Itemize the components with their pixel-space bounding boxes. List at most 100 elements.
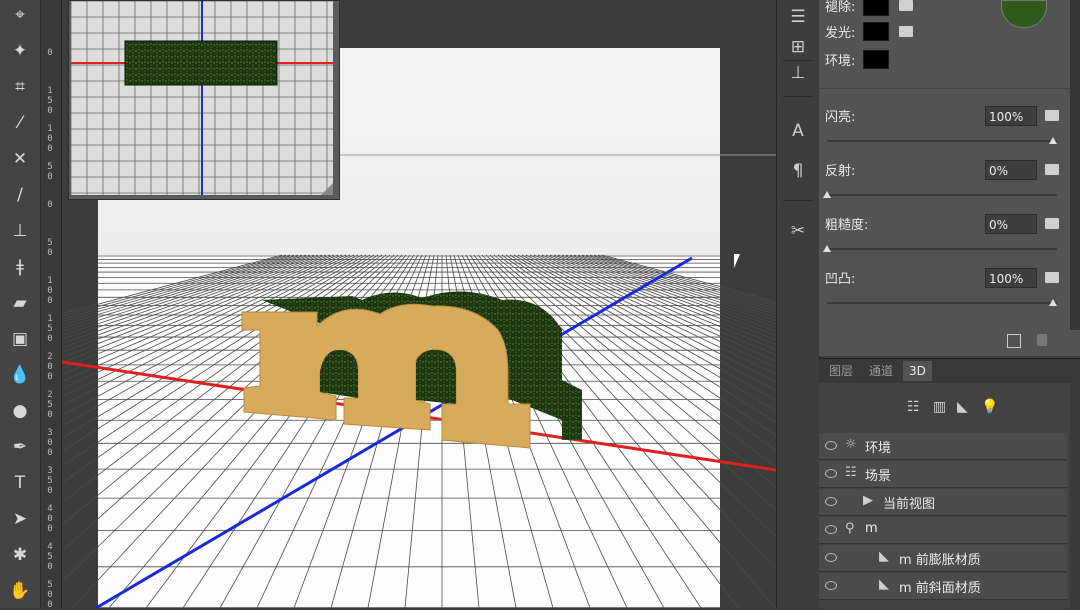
vertical-ruler: 0 1 5 0 1 0 0 5 0 0 5 0 1 0 0 1 5 0 2 0 0 2 5 0 3 … (41, 0, 62, 610)
folder-icon[interactable] (899, 26, 913, 37)
shine-value-field[interactable]: 100% (985, 106, 1037, 126)
eyedropper-icon[interactable]: ⁄ (6, 110, 34, 136)
panel-tab[interactable]: 图层 (823, 361, 859, 381)
3d-layer-row[interactable]: ◣ m 前膨胀材质 (819, 545, 1067, 572)
roughness-label: 粗糙度: (825, 218, 869, 233)
stamp-icon[interactable]: ⊥ (786, 62, 810, 84)
ruler-tick-label: 1 0 0 (47, 276, 53, 306)
3d-layer-row[interactable]: ☼ 环境 (819, 433, 1067, 460)
history-brush-icon[interactable]: ǂ (6, 254, 34, 280)
panel-dock: ☰ ⊞ ⊥ A ¶ ✂ (776, 0, 820, 608)
material-filter-icon[interactable]: ◣ (957, 399, 968, 415)
scene-filter-icon[interactable]: ☷ (907, 399, 920, 415)
roughness-slider-thumb[interactable] (823, 245, 831, 252)
shine-slider-thumb[interactable] (1049, 137, 1057, 144)
brush-icon[interactable]: ∕ (6, 182, 34, 208)
type-icon[interactable]: T (6, 470, 34, 496)
shine-slider[interactable] (827, 137, 1057, 144)
ruler-tick-label: 5 0 (47, 238, 53, 258)
mesh-icon: ⚲ (845, 521, 855, 536)
scene-icon: ☷ (845, 465, 857, 480)
trash-icon[interactable] (1037, 334, 1047, 346)
eraser-icon[interactable]: ▰ (6, 290, 34, 316)
material-preview[interactable] (1001, 0, 1047, 28)
visibility-eye-icon[interactable] (825, 441, 837, 450)
pen-icon[interactable]: ✒ (6, 434, 34, 460)
environment-icon: ☼ (845, 437, 857, 452)
panel-tab[interactable]: 3D (903, 361, 932, 381)
3d-layer-row[interactable]: ▶ 当前视图 (819, 489, 1067, 516)
path-selection-icon[interactable]: ➤ (6, 506, 34, 532)
visibility-eye-icon[interactable] (825, 497, 837, 506)
bump-strength-value-field[interactable]: 100% (985, 268, 1037, 288)
properties-panel: 褪除: 发光: 环境: 闪亮: 100% 反射: 0% 粗糙度: 0% 凹凸: … (819, 0, 1080, 356)
bump-strength-slider-thumb[interactable] (1049, 299, 1057, 306)
clone-stamp-icon[interactable]: ⊥ (6, 218, 34, 244)
roughness-value-field[interactable]: 0% (985, 214, 1037, 234)
mouse-cursor (734, 254, 740, 268)
visibility-eye-icon[interactable] (825, 581, 837, 590)
panel-tab[interactable]: 通道 (863, 361, 899, 381)
properties-scrollbar[interactable] (1070, 0, 1080, 330)
healing-brush-icon[interactable]: ✕ (6, 146, 34, 172)
reflection-slider-thumb[interactable] (823, 191, 831, 198)
folder-icon[interactable] (1045, 164, 1059, 175)
hand-icon[interactable]: ✋ (6, 578, 34, 604)
3d-layer-label: 场景 (865, 469, 892, 484)
magic-wand-icon[interactable]: ✦ (6, 38, 34, 64)
folder-icon[interactable] (1045, 272, 1059, 283)
3d-panel-scrollbar[interactable] (1070, 383, 1080, 609)
visibility-eye-icon[interactable] (825, 553, 837, 562)
ruler-tick-label: 0 (47, 48, 53, 58)
dodge-icon[interactable]: ● (6, 398, 34, 424)
new-layer-icon[interactable] (1007, 334, 1021, 348)
mesh-filter-icon[interactable]: ▥ (933, 399, 946, 415)
ruler-tick-label: 4 5 0 (47, 542, 53, 572)
folder-icon[interactable] (1045, 218, 1059, 229)
paragraph-icon[interactable]: ¶ (786, 160, 810, 182)
gradient-icon[interactable]: ▣ (6, 326, 34, 352)
properties-icon[interactable]: ⊞ (786, 36, 810, 58)
visibility-eye-icon[interactable] (825, 525, 837, 534)
ruler-tick-label: 1 5 0 (47, 314, 53, 344)
3d-layer-label: 环境 (865, 441, 892, 456)
folder-icon[interactable] (1045, 110, 1059, 121)
3d-layer-row[interactable]: ◣ m 前斜面材质 (819, 573, 1067, 600)
ruler-tick-label: 3 5 0 (47, 466, 53, 496)
ruler-tick-label: 0 (47, 200, 53, 210)
light-filter-icon[interactable]: 💡 (981, 399, 998, 415)
illumination-swatch[interactable] (863, 22, 889, 41)
roughness-slider[interactable] (823, 245, 1057, 252)
crop-icon[interactable]: ⌗ (6, 74, 34, 100)
tool-presets-icon[interactable]: ✂ (786, 220, 810, 242)
adjustments-icon[interactable]: ☰ (786, 6, 810, 28)
ambient-label: 环境: (825, 54, 856, 69)
3d-layer-row[interactable]: ⚲ m (819, 517, 1067, 544)
3d-layer-row[interactable]: ☷ 场景 (819, 461, 1067, 488)
folder-icon[interactable] (899, 0, 913, 11)
reflection-value-field[interactable]: 0% (985, 160, 1037, 180)
tools-panel: ⌖ ✦ ⌗ ⁄ ✕ ∕ ⊥ ǂ ▰ ▣ 💧 ● ✒ T ➤ ✱ ✋ (0, 0, 41, 608)
bump-swatch[interactable] (863, 0, 889, 16)
3d-layer-label: m 前斜面材质 (899, 581, 981, 596)
path-select-tool-icon[interactable]: ⌖ (6, 2, 34, 28)
3d-layer-label: 当前视图 (883, 497, 936, 512)
character-icon[interactable]: A (786, 120, 810, 142)
ambient-swatch[interactable] (863, 50, 889, 69)
reflection-label: 反射: (825, 164, 856, 179)
blur-icon[interactable]: 💧 (6, 362, 34, 388)
camera-icon: ▶ (863, 493, 873, 508)
3d-secondary-view[interactable] (68, 0, 340, 200)
document-canvas[interactable]: m (62, 0, 776, 608)
3d-layer-label: m 前膨胀材质 (899, 553, 981, 568)
bump-label: 褪除: (825, 0, 856, 15)
visibility-eye-icon[interactable] (825, 469, 837, 478)
3d-rotate-icon[interactable]: ✱ (6, 542, 34, 568)
3d-layer-label: m (865, 521, 878, 536)
reflection-slider[interactable] (823, 191, 1057, 198)
ruler-tick-label: 1 0 0 (47, 124, 53, 154)
ruler-tick-label: 4 0 0 (47, 504, 53, 534)
bump-strength-slider[interactable] (827, 299, 1057, 306)
ruler-tick-label: 2 5 0 (47, 390, 53, 420)
shine-label: 闪亮: (825, 110, 856, 125)
